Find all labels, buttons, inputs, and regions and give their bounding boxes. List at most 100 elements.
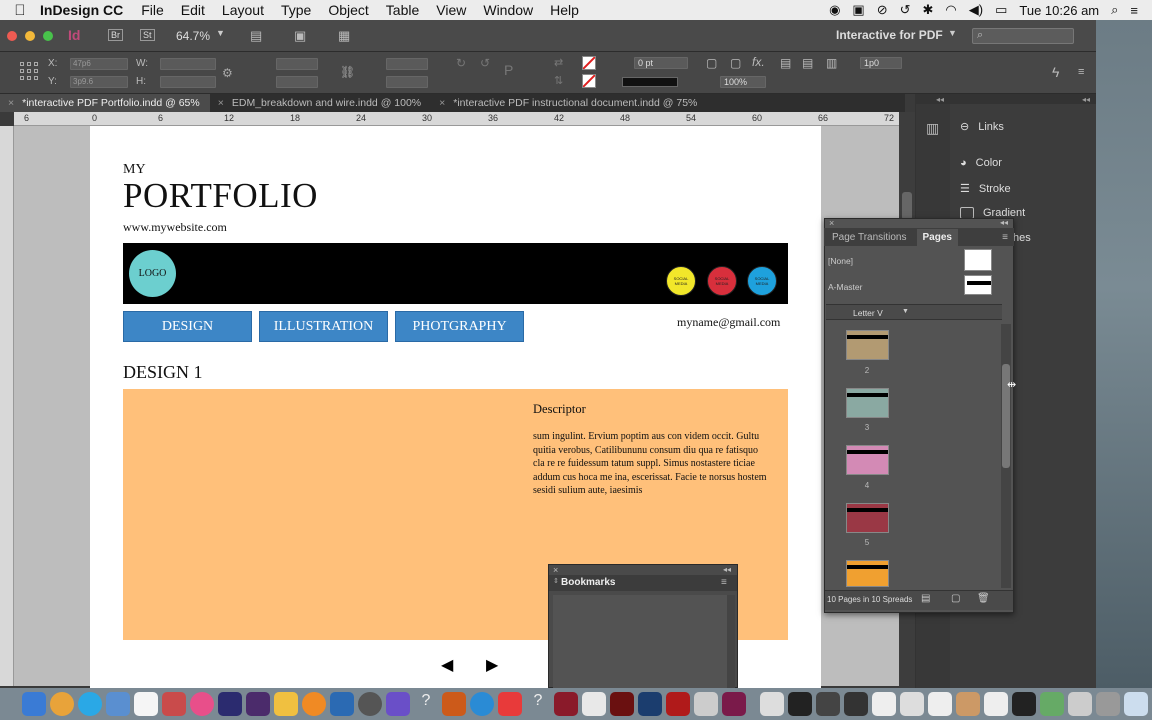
nav-design-button[interactable]: DESIGN bbox=[123, 311, 252, 342]
menubar-clock[interactable]: Tue 10:26 am bbox=[1019, 3, 1099, 18]
wifi-icon[interactable]: ◠ bbox=[945, 2, 956, 18]
document-stack-icon[interactable] bbox=[760, 692, 784, 716]
acrobat-icon[interactable] bbox=[498, 692, 522, 716]
fill-swatch[interactable] bbox=[582, 56, 596, 70]
horizontal-ruler[interactable]: 6 0 6 12 18 24 30 36 42 48 54 60 66 72 bbox=[14, 112, 905, 126]
illustrator-icon[interactable] bbox=[442, 692, 466, 716]
frame-fitting-icon[interactable]: ▢ bbox=[706, 56, 717, 70]
previous-arrow-button[interactable]: ◀ bbox=[441, 655, 453, 675]
next-arrow-button[interactable]: ▶ bbox=[486, 655, 498, 675]
shear-field[interactable] bbox=[386, 76, 428, 88]
page-thumb-2[interactable] bbox=[846, 330, 889, 360]
vpn-icon[interactable]: ⊘ bbox=[877, 2, 888, 18]
new-page-icon[interactable]: ▢ bbox=[951, 593, 960, 604]
word-icon[interactable] bbox=[330, 692, 354, 716]
pages-icon[interactable] bbox=[274, 692, 298, 716]
flash-icon[interactable] bbox=[610, 692, 634, 716]
collapse-dock-icon[interactable]: ◂◂ bbox=[936, 95, 944, 104]
trash-icon[interactable] bbox=[1124, 692, 1148, 716]
after-effects-icon[interactable] bbox=[246, 692, 270, 716]
spotlight-icon[interactable]: ⌕ bbox=[1111, 2, 1118, 18]
menu-window[interactable]: Window bbox=[483, 2, 533, 18]
social-media-button-blue[interactable]: SOCIAL MEDIA bbox=[747, 266, 777, 296]
edit-page-size-icon[interactable]: ▤ bbox=[921, 593, 930, 604]
screen-icon[interactable]: ▣ bbox=[852, 2, 864, 18]
zoom-dropdown-icon[interactable]: ▼ bbox=[216, 28, 225, 38]
recent-file-10-icon[interactable] bbox=[1040, 692, 1064, 716]
recent-file-3-icon[interactable] bbox=[844, 692, 868, 716]
close-tab-icon[interactable]: × bbox=[439, 97, 445, 109]
finder-icon[interactable] bbox=[22, 692, 46, 716]
premiere-icon[interactable] bbox=[218, 692, 242, 716]
a-master-thumb[interactable] bbox=[964, 275, 992, 295]
panel-menu-icon[interactable]: ≡ bbox=[1002, 232, 1008, 243]
acrobat-pro-icon[interactable] bbox=[666, 692, 690, 716]
menu-type[interactable]: Type bbox=[281, 2, 311, 18]
rotation-field[interactable] bbox=[386, 58, 428, 70]
notification-icon[interactable]: ≡ bbox=[1130, 3, 1138, 18]
apple-icon[interactable]:  bbox=[0, 2, 40, 19]
help-icon[interactable]: ? bbox=[414, 692, 438, 716]
close-tab-icon[interactable]: × bbox=[8, 97, 14, 109]
flip-horizontal-icon[interactable]: ⇄ bbox=[554, 56, 563, 69]
menu-view[interactable]: View bbox=[436, 2, 466, 18]
itunes-icon[interactable] bbox=[190, 692, 214, 716]
effects-icon[interactable]: fx. bbox=[752, 55, 765, 69]
bookmarks-title[interactable]: Bookmarks bbox=[561, 577, 615, 588]
minimize-window-button[interactable] bbox=[25, 31, 35, 41]
tab-edm-breakdown[interactable]: × EDM_breakdown and wire.indd @ 100% bbox=[210, 94, 431, 112]
links-panel-button[interactable]: ⊖ Links bbox=[960, 120, 1004, 134]
expand-dock-icon[interactable]: ◂◂ bbox=[1082, 95, 1090, 104]
stroke-panel-button[interactable]: ☰ Stroke bbox=[960, 182, 1011, 196]
none-master-thumb[interactable] bbox=[964, 249, 992, 271]
bookmarks-scrollbar[interactable] bbox=[727, 595, 735, 689]
stroke-swatch[interactable] bbox=[582, 74, 596, 88]
scale-x-field[interactable] bbox=[276, 58, 318, 70]
library-icon[interactable]: ▥ bbox=[926, 120, 939, 137]
tab-arrows-icon[interactable]: ⇕ bbox=[553, 577, 559, 585]
website-url[interactable]: www.mywebsite.com bbox=[123, 220, 227, 235]
flip-vertical-icon[interactable]: ⇅ bbox=[554, 74, 563, 87]
height-field[interactable] bbox=[160, 76, 216, 88]
recent-file-9-icon[interactable] bbox=[1012, 692, 1036, 716]
recent-file-11-icon[interactable] bbox=[1068, 692, 1092, 716]
lightning-icon[interactable]: ϟ bbox=[1052, 64, 1059, 80]
pdf-icon[interactable] bbox=[582, 692, 606, 716]
color-panel-button[interactable]: ◕ Color bbox=[960, 157, 1002, 169]
stroke-type-select[interactable] bbox=[622, 77, 678, 87]
zoom-level-select[interactable]: 64.7% bbox=[176, 29, 210, 43]
opacity-field[interactable]: 100% bbox=[720, 76, 766, 88]
ibooks-icon[interactable] bbox=[302, 692, 326, 716]
email-link[interactable]: myname@gmail.com bbox=[677, 315, 780, 330]
tab-interactive-pdf-portfolio[interactable]: × *interactive PDF Portfolio.indd @ 65% bbox=[0, 94, 210, 112]
tab-interactive-pdf-instructional[interactable]: × *interactive PDF instructional document… bbox=[431, 94, 707, 112]
menu-file[interactable]: File bbox=[141, 2, 164, 18]
scroll-thumb[interactable] bbox=[902, 192, 912, 220]
view-options-icon[interactable]: ▤ bbox=[250, 28, 262, 44]
page-size-select[interactable]: Letter V bbox=[853, 308, 883, 318]
nav-photography-button[interactable]: PHOTGRAPHY bbox=[395, 311, 524, 342]
vertical-ruler[interactable] bbox=[0, 126, 14, 686]
record-icon[interactable]: ◉ bbox=[829, 2, 840, 18]
social-media-button-yellow[interactable]: SOCIAL MEDIA bbox=[666, 266, 696, 296]
quicktime-icon[interactable] bbox=[470, 692, 494, 716]
social-media-button-red[interactable]: SOCIAL MEDIA bbox=[707, 266, 737, 296]
reference-point-icon[interactable] bbox=[20, 62, 38, 80]
app-name-menu[interactable]: InDesign CC bbox=[40, 2, 123, 18]
direct-select-icon[interactable]: P bbox=[504, 62, 513, 78]
recent-file-12-icon[interactable] bbox=[1096, 692, 1120, 716]
stock-button[interactable]: St bbox=[140, 29, 155, 41]
close-panel-icon[interactable]: × bbox=[553, 565, 558, 575]
a-master[interactable]: A-Master bbox=[828, 282, 862, 292]
help-icon-2[interactable]: ? bbox=[526, 692, 550, 716]
delete-page-icon[interactable]: 🗑 bbox=[977, 593, 990, 604]
page-thumb-5[interactable] bbox=[846, 503, 889, 533]
safari-icon[interactable] bbox=[78, 692, 102, 716]
offset-field[interactable]: 1p0 bbox=[860, 57, 902, 69]
constrain-proportions-icon[interactable]: ⚙ bbox=[222, 66, 233, 80]
menu-help[interactable]: Help bbox=[550, 2, 579, 18]
pages-scrollbar[interactable] bbox=[1001, 324, 1011, 588]
recent-file-1-icon[interactable] bbox=[788, 692, 812, 716]
rotate-cw-icon[interactable]: ↻ bbox=[456, 56, 466, 70]
page-size-dropdown-icon[interactable]: ▼ bbox=[902, 308, 909, 315]
